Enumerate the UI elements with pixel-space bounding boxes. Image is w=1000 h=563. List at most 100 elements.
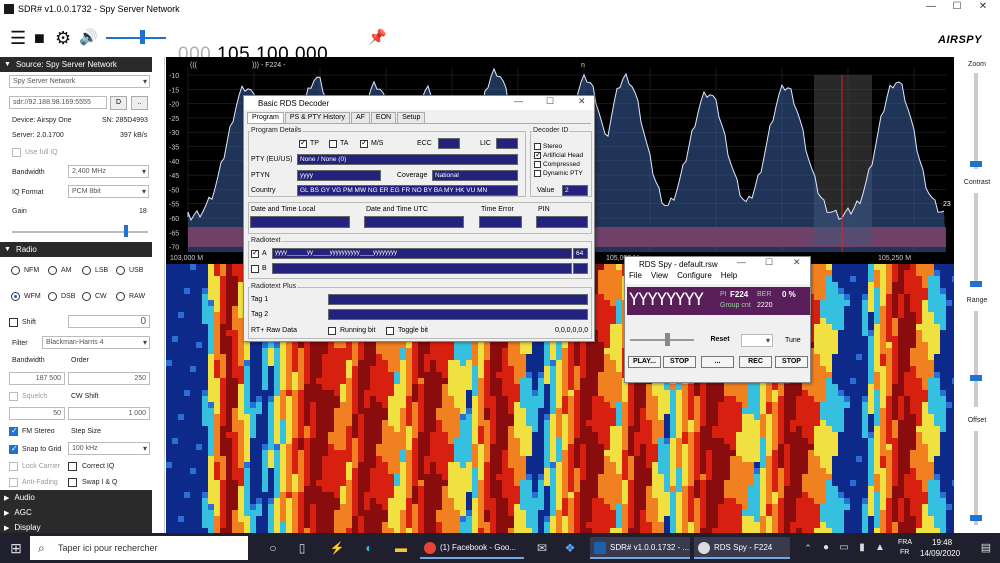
- d-button[interactable]: D: [110, 96, 127, 110]
- waterfall-cell: [376, 372, 382, 378]
- waterfall-cell: [610, 420, 616, 426]
- gain-thumb[interactable]: [124, 225, 128, 237]
- waterfall-cell: [616, 456, 622, 462]
- more-button[interactable]: ..: [131, 96, 148, 110]
- mode-radio-cw[interactable]: [82, 292, 91, 301]
- volume-slider[interactable]: [106, 37, 166, 39]
- db-tick-label: -10: [169, 73, 179, 80]
- waterfall-cell: [454, 426, 460, 432]
- bandwidth-input[interactable]: 187 500: [9, 372, 65, 385]
- waterfall-cell: [904, 408, 910, 414]
- shift-input[interactable]: 0: [68, 315, 150, 328]
- waterfall-cell: [274, 504, 280, 510]
- waterfall-cell: [916, 402, 922, 408]
- display-section-header[interactable]: ▶ Display: [0, 520, 152, 533]
- waterfall-cell: [664, 498, 670, 504]
- waterfall-cell: [394, 468, 400, 474]
- waterfall-cell: [832, 282, 838, 288]
- squelch-input[interactable]: 50: [9, 407, 65, 420]
- menu-icon[interactable]: ☰: [10, 28, 26, 48]
- waterfall-cell: [838, 324, 844, 330]
- waterfall-cell: [214, 396, 220, 402]
- mode-radio-nfm[interactable]: [11, 266, 20, 275]
- waterfall-cell: [670, 456, 676, 462]
- mode-radio-dsb[interactable]: [48, 292, 57, 301]
- waterfall-cell: [862, 330, 868, 336]
- waterfall-cell: [580, 486, 586, 492]
- waterfall-cell: [766, 444, 772, 450]
- waterfall-cell: [268, 504, 274, 510]
- gear-icon[interactable]: ⚙: [55, 28, 71, 48]
- waterfall-cell: [358, 480, 364, 486]
- waterfall-cell: [934, 312, 940, 318]
- waterfall-cell: [682, 474, 688, 480]
- waterfall-cell: [202, 318, 208, 324]
- mode-radio-raw[interactable]: [116, 292, 125, 301]
- waterfall-cell: [910, 384, 916, 390]
- waterfall-cell: [364, 396, 370, 402]
- waterfall-cell: [472, 390, 478, 396]
- iq-format-select[interactable]: PCM 8bit: [68, 185, 149, 198]
- waterfall-cell: [220, 510, 226, 516]
- bandwidth-select[interactable]: 2,400 MHz: [68, 165, 149, 178]
- waterfall-cell: [232, 414, 238, 420]
- waterfall-cell: [280, 486, 286, 492]
- audio-section-header[interactable]: ▶ Audio: [0, 490, 152, 505]
- waterfall-cell: [316, 516, 322, 522]
- waterfall-cell: [328, 486, 334, 492]
- mode-radio-wfm[interactable]: [11, 292, 20, 301]
- waterfall-cell: [874, 432, 880, 438]
- waterfall-cell: [832, 492, 838, 498]
- source-select[interactable]: Spy Server Network: [9, 75, 150, 88]
- source-section-header[interactable]: ▼ Source: Spy Server Network: [0, 57, 152, 72]
- waterfall-cell: [610, 438, 616, 444]
- waterfall-cell: [598, 282, 604, 288]
- stop-icon[interactable]: ■: [34, 28, 45, 48]
- pin-icon[interactable]: 📌: [368, 28, 387, 48]
- mode-radio-lsb[interactable]: [82, 266, 91, 275]
- waterfall-cell: [778, 486, 784, 492]
- filter-select[interactable]: Blackman-Harris 4: [42, 336, 150, 349]
- waterfall-cell: [814, 390, 820, 396]
- waterfall-cell: [280, 348, 286, 354]
- waterfall-cell: [910, 426, 916, 432]
- waterfall-cell: [376, 480, 382, 486]
- order-input[interactable]: 250: [68, 372, 150, 385]
- radio-section-header[interactable]: ▼ Radio: [0, 242, 152, 257]
- waterfall-cell: [520, 354, 526, 360]
- iq-format-label: IQ Format: [12, 189, 44, 196]
- waterfall-cell: [598, 420, 604, 426]
- uri-input[interactable]: sdr://92.188.98.169:5555: [9, 96, 107, 109]
- waterfall-cell: [394, 474, 400, 480]
- agc-section-header[interactable]: ▶ AGC: [0, 505, 152, 520]
- maximize-button[interactable]: ☐: [946, 1, 968, 12]
- speaker-icon[interactable]: 🔊: [79, 28, 98, 48]
- anti-fading-checkbox[interactable]: [9, 478, 18, 487]
- waterfall-cell: [712, 480, 718, 486]
- cw-shift-input[interactable]: 1 000: [68, 407, 150, 420]
- fm-stereo-checkbox[interactable]: [9, 426, 18, 436]
- lock-carrier-checkbox[interactable]: [9, 462, 18, 471]
- waterfall-cell: [598, 492, 604, 498]
- waterfall-cell: [802, 402, 808, 408]
- step-size-select[interactable]: 100 kHz: [68, 442, 150, 455]
- volume-thumb[interactable]: [140, 30, 145, 44]
- waterfall-cell: [940, 402, 946, 408]
- waterfall-cell: [730, 492, 736, 498]
- close-button[interactable]: ✕: [972, 1, 994, 12]
- mode-radio-usb[interactable]: [116, 266, 125, 275]
- waterfall-cell: [478, 384, 484, 390]
- mode-radio-am[interactable]: [48, 266, 57, 275]
- waterfall-cell: [802, 390, 808, 396]
- snap-to-grid-checkbox[interactable]: [9, 444, 18, 454]
- waterfall-cell: [838, 300, 844, 306]
- correct-iq-checkbox[interactable]: [68, 462, 77, 471]
- waterfall-cell: [826, 450, 832, 456]
- waterfall-cell: [394, 384, 400, 390]
- squelch-checkbox[interactable]: [9, 392, 18, 401]
- shift-checkbox[interactable]: [9, 318, 18, 327]
- use-full-iq-checkbox[interactable]: [12, 148, 21, 157]
- minimize-button[interactable]: —: [920, 1, 942, 12]
- swap-iq-checkbox[interactable]: [68, 478, 77, 487]
- waterfall-cell: [382, 342, 388, 348]
